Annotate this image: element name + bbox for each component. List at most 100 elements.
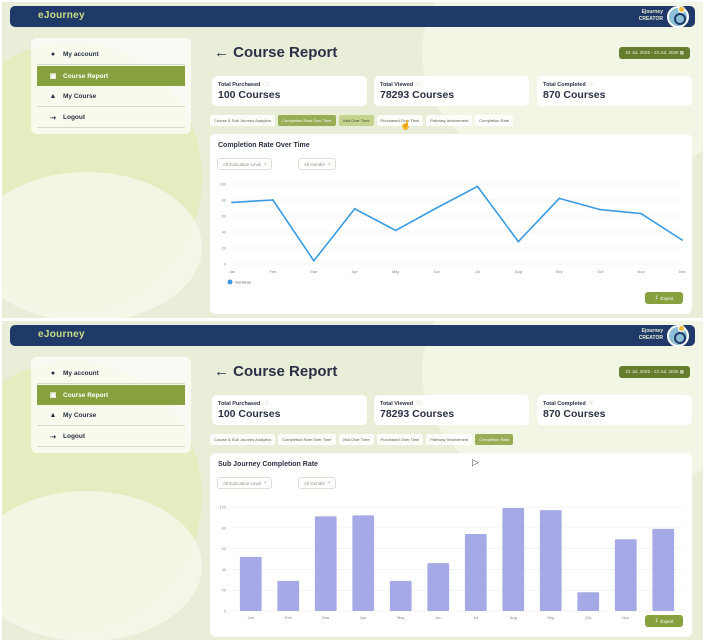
date-range-picker[interactable]: 23 Jul, 2026 - 23 Jul, 2026 ▦ [619,366,690,378]
user-icon: ● [50,370,56,377]
page-title[interactable]: ← Course Report [214,363,337,380]
stat-card-purchased: Total Purchased ⓘ 100 Courses [212,395,367,425]
x-tick-label: May [392,269,400,274]
x-tick-label: Aug [510,615,517,620]
data-point [394,229,397,232]
tab-completion-rate[interactable]: Completion Rate [475,434,514,445]
chart-title: Completion Rate Over Time [218,142,310,149]
sidebar-item-label: Course Report [63,391,109,399]
download-icon: ↧ [654,618,659,623]
y-tick-label: 100 [220,506,226,510]
tab-pathway-involvement[interactable]: Pathway Involvement [426,434,473,445]
info-icon[interactable]: ⓘ [263,82,269,88]
page-title[interactable]: ← Course Report [214,44,337,61]
y-tick-label: 40 [222,568,226,572]
bar [502,508,525,611]
sidebar-item-logout[interactable]: ⇢ Logout [37,108,185,128]
x-tick-label: Feb [269,269,277,274]
stat-card-completed: Total Completed ⓘ 870 Courses [537,395,692,425]
report-tabs: Course & Sub Journey Analytics Completio… [210,434,514,445]
data-point [435,207,438,209]
data-point [353,207,356,210]
tab-visit-over-time[interactable]: Visit Over Time [338,115,374,126]
export-button[interactable]: ↧ Export [645,292,683,304]
data-point [231,201,233,204]
logout-icon: ⇢ [50,114,56,122]
sidebar-item-my-course[interactable]: ▲ My Course [37,406,185,426]
decor-blob [2,172,202,318]
series-line [231,185,683,262]
date-range-picker[interactable]: 23 Jul, 2026 - 23 Jul, 2026 ▦ [619,47,690,59]
education-level-filter[interactable]: All Education Level › [217,477,272,489]
sidebar-item-label: My Course [63,412,97,419]
x-tick-label: Jul [473,615,478,620]
stat-card-purchased: Total Purchased ⓘ 100 Courses [212,76,367,106]
export-button[interactable]: ↧ Export [645,615,683,627]
sidebar-item-logout[interactable]: ⇢ Logout [37,427,185,447]
tab-course-analytics[interactable]: Course & Sub Journey Analytics [210,115,276,126]
avatar[interactable] [667,325,689,347]
bar [427,563,450,611]
x-tick-label: Mar [310,269,318,274]
mouse-cursor: ☝ [400,120,412,130]
download-icon: ↧ [654,295,659,300]
chevron-right-icon: › [264,161,266,167]
graduation-cap-icon: ▲ [49,93,57,100]
tab-pathway-involvement[interactable]: Pathway Involvement [426,115,473,126]
info-icon[interactable]: ⓘ [589,82,595,88]
x-tick-label: Aug [515,269,522,274]
bar [389,580,412,611]
x-tick-label: Mar [322,615,330,620]
tab-visit-over-time[interactable]: Visit Over Time [338,434,374,445]
decor-blob [2,491,202,640]
tab-completion-rate-over-time[interactable]: Completion Rate Over Time [278,434,336,445]
creator-label: Ejourney CREATOR [638,9,663,22]
data-point [272,199,274,201]
sidebar-item-my-account[interactable]: ● My account [37,364,185,384]
sidebar-item-course-report[interactable]: ▣ Course Report [37,66,185,86]
y-tick-label: 0 [224,263,226,267]
bar [352,515,375,611]
education-level-filter[interactable]: All Education Level › [217,158,272,170]
info-icon[interactable]: ⓘ [589,401,595,407]
report-icon: ▣ [49,392,57,399]
data-point [640,212,642,215]
bar-chart: 0 20 40 60 80 100 Jan Feb Mar Apr May Jun Jul Aug Sep O… [220,506,682,620]
stat-value: 870 Courses [543,89,606,101]
chevron-right-icon: › [328,480,330,486]
logout-icon: ⇢ [50,433,56,441]
avatar[interactable] [667,6,689,28]
chevron-right-icon: › [264,480,266,486]
gender-filter[interactable]: All Gender › [298,477,336,489]
bar [577,592,600,611]
info-icon[interactable]: ⓘ [416,82,422,88]
y-tick-label: 100 [220,183,226,187]
chart-card: Sub Journey Completion Rate ▷ All Educat… [210,453,692,637]
x-tick-label: Jul [475,269,480,274]
app-logo[interactable]: eJourney [38,10,85,21]
calendar-icon: ▦ [679,50,684,55]
app-logo[interactable]: eJourney [38,329,85,340]
tab-course-analytics[interactable]: Course & Sub Journey Analytics [210,434,276,445]
info-icon[interactable]: ⓘ [263,401,269,407]
y-tick-label: 20 [222,247,226,251]
x-tick-label: Dec [678,269,685,274]
chevron-right-icon: › [328,161,330,167]
y-tick-label: 20 [222,589,226,593]
tab-purchased-over-time[interactable]: Purchased Over Time [376,434,424,445]
tab-completion-rate[interactable]: Completion Rate [475,115,514,126]
info-icon[interactable]: ⓘ [416,401,422,407]
user-icon: ● [50,51,56,58]
bar [614,539,637,611]
stat-value: 78293 Courses [380,89,455,101]
top-navbar: eJourney Ejourney CREATOR [10,325,695,347]
tab-completion-rate-over-time[interactable]: Completion Rate Over Time [278,115,336,126]
x-tick-label: May [397,615,405,620]
sidebar-item-course-report[interactable]: ▣ Course Report [37,385,185,405]
sidebar-item-my-account[interactable]: ● My account [37,45,185,65]
sidebar-item-my-course[interactable]: ▲ My Course [37,87,185,107]
y-tick-label: 0 [224,610,226,614]
sidebar-item-label: Logout [63,114,86,121]
gender-filter[interactable]: All Gender › [298,158,336,170]
bar [277,580,300,611]
